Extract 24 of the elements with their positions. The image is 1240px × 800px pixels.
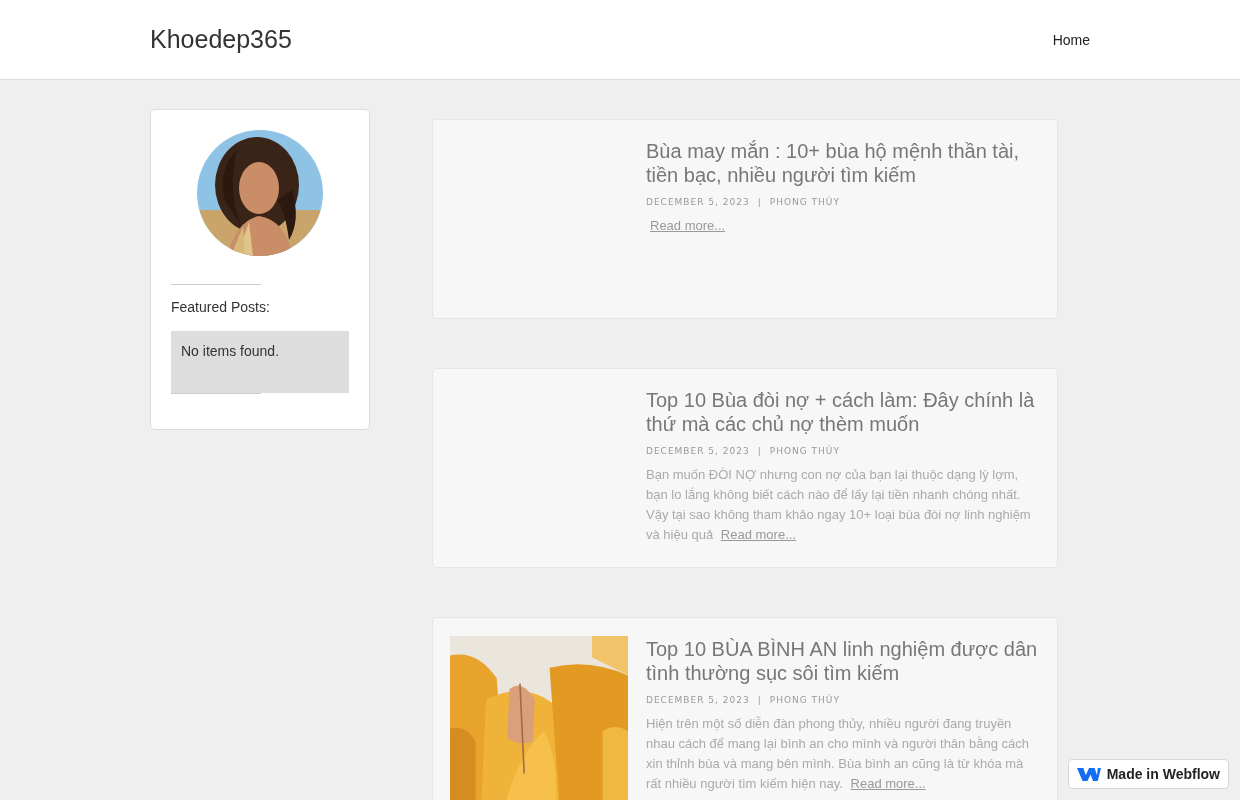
nav-link[interactable]: Home [1052,32,1090,48]
read-more-link[interactable]: Read more... [720,527,796,542]
badge-label: Made in Webflow [1106,766,1220,782]
webflow-badge[interactable]: Made in Webflow [1067,759,1229,789]
meta-separator: | [757,695,762,705]
post-date: DECEMBER 5, 2023 [646,197,750,207]
site-logo[interactable]: Khoedep365 [150,25,292,54]
post-category: PHONG THỦY [769,197,840,207]
post-date: DECEMBER 5, 2023 [646,695,750,705]
post-excerpt: Bạn muốn ĐÒI NỢ nhưng con nợ của bạn lại thuộc dạng lỳ lợm, bạn lo lắng không biết cách nào để lấy lại tiền nhanh chóng nhất. Vậy tại sao không tham khảo ngay 10+ loại bùa đòi nợ linh nghiệm và hiệu quả Read more... [646,466,1032,544]
empty-message: No items found. [171,331,349,393]
post-category: PHONG THỦY [769,446,840,456]
section-heading: Featured Posts: [171,299,271,315]
post-title[interactable]: Top 10 BÙA BÌNH AN linh nghiệm được dân tình thường sục sôi tìm kiếm [646,637,1040,685]
post-title[interactable]: Top 10 Bùa đòi nợ + cách làm: Đây chính là thứ mà các chủ nợ thèm muốn [646,388,1040,436]
meta-separator: | [757,446,762,456]
logo-icon [1076,766,1101,782]
post-date: DECEMBER 5, 2023 [646,446,750,456]
post-excerpt: Hiện trên một số diễn đàn phong thủy, nhiều người đang truyền nhau cách để mang lại bình an cho mình và người thân bằng cách xin thỉnh bùa và mang bên mình. Bùa bình an cũng là từ khóa mà rất nhiều người tìm kiếm hiện nay. Read more... [646,715,1030,793]
read-more-link[interactable]: Read more... [850,776,926,791]
post-category: PHONG THỦY [769,695,840,705]
meta-separator: | [757,197,762,207]
read-more-link[interactable]: Read more... [650,218,726,233]
post-title[interactable]: Bùa may mắn : 10+ bùa hộ mệnh thần tài, tiền bạc, nhiều người tìm kiếm [646,139,1040,187]
